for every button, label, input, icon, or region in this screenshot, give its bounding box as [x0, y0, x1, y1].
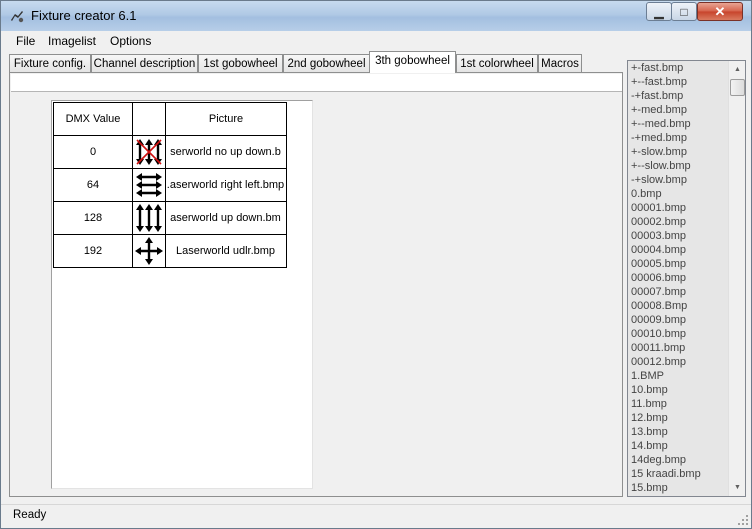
gobo-table: DMX Value Picture 0 serworld no up down.…: [53, 102, 287, 268]
up-down-arrows-icon[interactable]: [132, 201, 166, 235]
tab-1st-colorwheel[interactable]: 1st colorwheel: [456, 54, 538, 73]
list-item[interactable]: 15.bmp: [628, 481, 729, 495]
list-item[interactable]: 11.bmp: [628, 397, 729, 411]
list-item[interactable]: 00003.bmp: [628, 229, 729, 243]
gobo-grid[interactable]: DMX Value Picture 0 serworld no up down.…: [51, 100, 313, 489]
table-row[interactable]: 128 aserworld up down.bm: [53, 201, 287, 235]
tab-1st-gobowheel[interactable]: 1st gobowheel: [198, 54, 283, 73]
scroll-down-arrow-icon[interactable]: ▼: [730, 479, 745, 496]
four-way-arrows-icon[interactable]: [132, 234, 166, 268]
tab-2nd-gobowheel[interactable]: 2nd gobowheel: [283, 54, 370, 73]
dmx-value-cell[interactable]: 0: [53, 135, 133, 169]
table-row[interactable]: 0 serworld no up down.b: [53, 135, 287, 169]
table-row[interactable]: 192 Laserworld udlr.bmp: [53, 234, 287, 268]
list-item[interactable]: 14deg.bmp: [628, 453, 729, 467]
minimize-button[interactable]: ▁: [646, 2, 672, 21]
title-bar[interactable]: Fixture creator 6.1 ▁ □ ✕: [1, 1, 751, 31]
tab-3th-gobowheel[interactable]: 3th gobowheel: [369, 51, 456, 73]
list-item[interactable]: 00002.bmp: [628, 215, 729, 229]
imagelist-listbox[interactable]: +-fast.bmp +--fast.bmp -+fast.bmp +-med.bmp…: [627, 60, 746, 497]
list-item[interactable]: +--slow.bmp: [628, 159, 729, 173]
list-item[interactable]: 00012.bmp: [628, 355, 729, 369]
menu-options[interactable]: Options: [110, 34, 151, 48]
list-item[interactable]: 00006.bmp: [628, 271, 729, 285]
picture-filename: .aserworld right left.bmp: [166, 179, 285, 191]
minimize-icon: ▁: [654, 4, 664, 19]
no-up-down-arrows-icon[interactable]: [132, 135, 166, 169]
maximize-button[interactable]: □: [671, 2, 697, 21]
app-window: Fixture creator 6.1 ▁ □ ✕ File Imagelist…: [0, 0, 752, 529]
gobo-name-input[interactable]: [11, 74, 622, 92]
list-item[interactable]: -+slow.bmp: [628, 173, 729, 187]
header-picture[interactable]: Picture: [165, 102, 287, 136]
dmx-value-cell[interactable]: 128: [53, 201, 133, 235]
imagelist-items: +-fast.bmp +--fast.bmp -+fast.bmp +-med.bmp…: [628, 61, 729, 496]
list-item[interactable]: 00004.bmp: [628, 243, 729, 257]
list-item[interactable]: 00005.bmp: [628, 257, 729, 271]
header-icon[interactable]: [132, 102, 166, 136]
status-bar: Ready: [1, 504, 751, 528]
table-row[interactable]: 64 .aserworld right left.bmp: [53, 168, 287, 202]
tab-macros[interactable]: Macros: [538, 54, 582, 73]
list-item[interactable]: 00009.bmp: [628, 313, 729, 327]
dmx-value-cell[interactable]: 64: [53, 168, 133, 202]
picture-cell[interactable]: .aserworld right left.bmp: [165, 168, 287, 202]
fixture-app-icon[interactable]: [9, 8, 25, 24]
list-item[interactable]: +-slow.bmp: [628, 145, 729, 159]
scroll-thumb[interactable]: [730, 79, 745, 96]
status-text: Ready: [13, 509, 47, 521]
tab-channel-description[interactable]: Channel description: [91, 54, 198, 73]
list-item[interactable]: 10.bmp: [628, 383, 729, 397]
close-button[interactable]: ✕: [697, 2, 743, 21]
list-item[interactable]: 0.bmp: [628, 187, 729, 201]
dmx-value-cell[interactable]: 192: [53, 234, 133, 268]
list-item[interactable]: 12.bmp: [628, 411, 729, 425]
picture-cell[interactable]: serworld no up down.b: [165, 135, 287, 169]
scroll-up-arrow-icon[interactable]: ▲: [730, 61, 745, 78]
picture-filename: aserworld up down.bm: [170, 212, 281, 224]
maximize-icon: □: [680, 4, 688, 19]
window-title: Fixture creator 6.1: [31, 8, 137, 23]
resize-grip-icon[interactable]: [738, 515, 748, 525]
picture-filename: serworld no up down.b: [170, 146, 281, 158]
list-item[interactable]: +-med.bmp: [628, 103, 729, 117]
menu-file[interactable]: File: [16, 34, 35, 48]
picture-cell[interactable]: Laserworld udlr.bmp: [165, 234, 287, 268]
tab-fixture-config[interactable]: Fixture config.: [9, 54, 91, 73]
list-item[interactable]: 1.BMP: [628, 369, 729, 383]
list-item[interactable]: 13.bmp: [628, 425, 729, 439]
list-item[interactable]: 00010.bmp: [628, 327, 729, 341]
list-item[interactable]: 00001.bmp: [628, 201, 729, 215]
list-item[interactable]: +--fast.bmp: [628, 75, 729, 89]
list-item[interactable]: 00008.Bmp: [628, 299, 729, 313]
list-item[interactable]: +-fast.bmp: [628, 61, 729, 75]
list-item[interactable]: 00011.bmp: [628, 341, 729, 355]
list-item[interactable]: -+med.bmp: [628, 131, 729, 145]
header-dmx-value[interactable]: DMX Value: [53, 102, 133, 136]
picture-filename: Laserworld udlr.bmp: [175, 245, 276, 257]
list-item[interactable]: 15 kraadi.bmp: [628, 467, 729, 481]
picture-cell[interactable]: aserworld up down.bm: [165, 201, 287, 235]
list-item[interactable]: +--med.bmp: [628, 117, 729, 131]
list-item[interactable]: 00007.bmp: [628, 285, 729, 299]
gobowheel-panel: DMX Value Picture 0 serworld no up down.…: [9, 72, 623, 497]
list-item[interactable]: -+fast.bmp: [628, 89, 729, 103]
menu-bar: File Imagelist Options: [1, 31, 751, 51]
close-icon: ✕: [714, 4, 726, 19]
list-item[interactable]: 14.bmp: [628, 439, 729, 453]
imagelist-scrollbar[interactable]: ▲ ▼: [728, 61, 745, 496]
table-header-row: DMX Value Picture: [53, 102, 287, 136]
right-left-arrows-icon[interactable]: [132, 168, 166, 202]
menu-imagelist[interactable]: Imagelist: [48, 34, 96, 48]
